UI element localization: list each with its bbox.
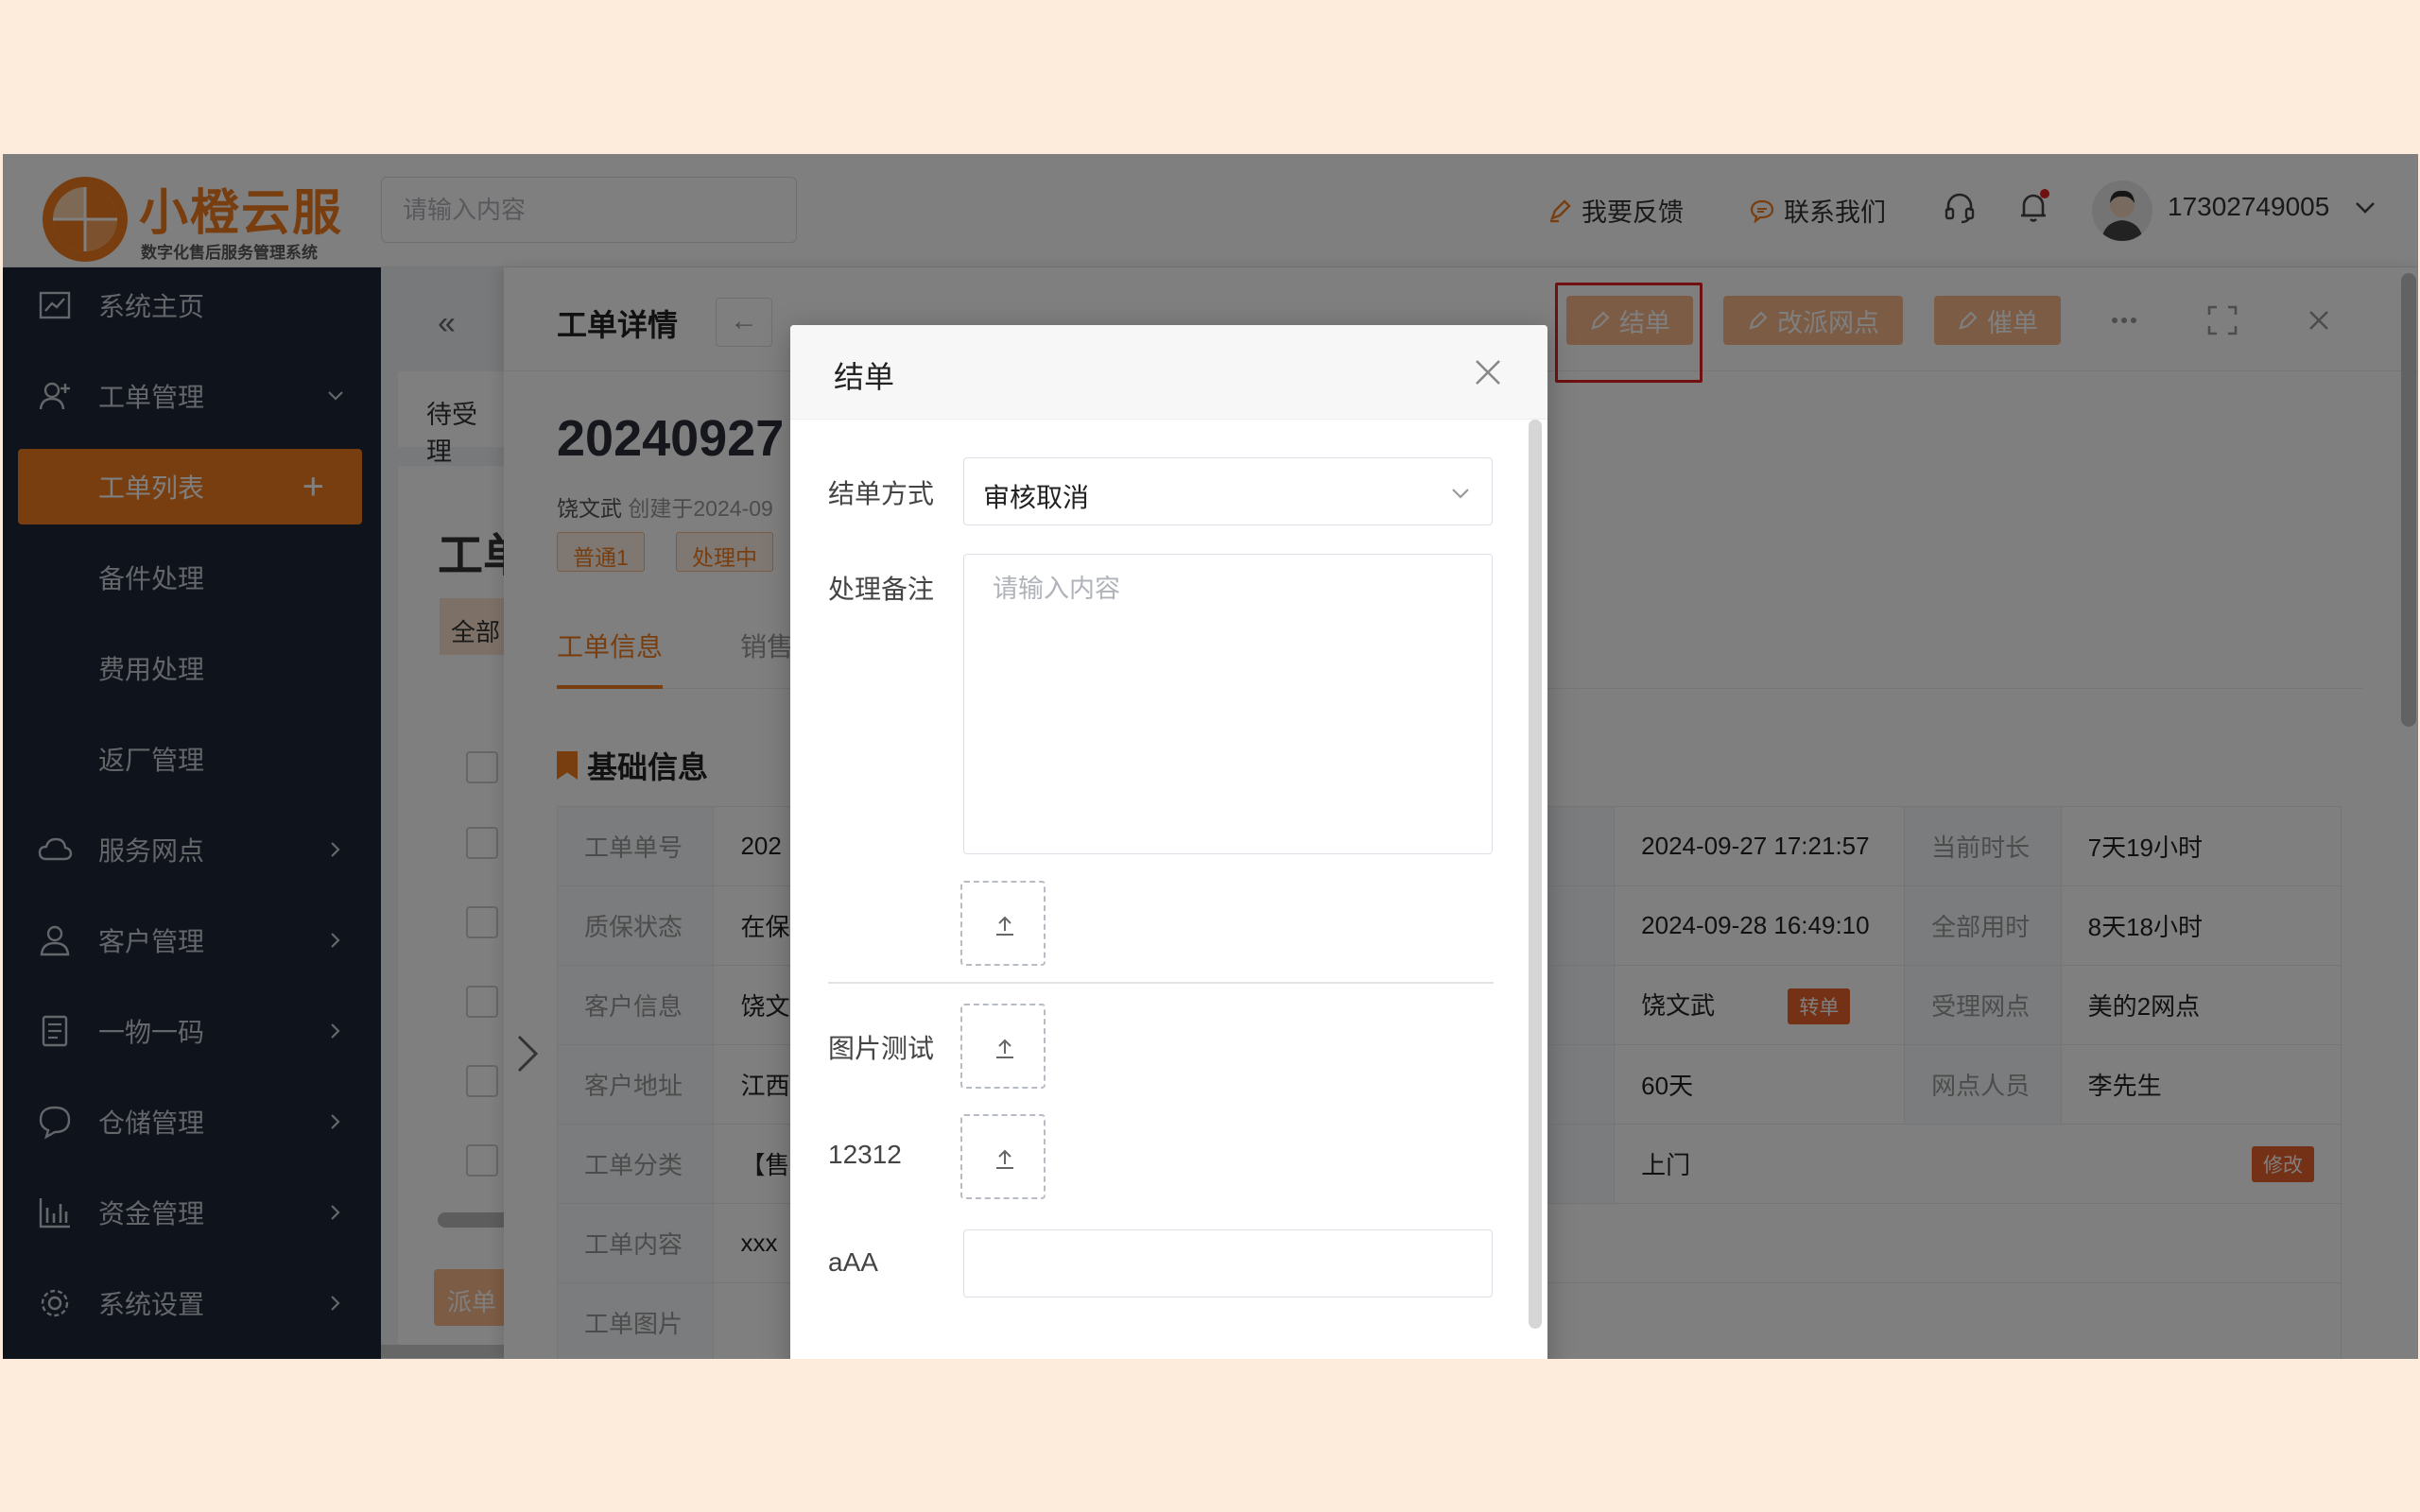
aaa-label: aAA (828, 1247, 878, 1277)
image-test-upload[interactable] (960, 1004, 1046, 1089)
upload-icon (996, 1039, 1013, 1058)
remark-label: 处理备注 (828, 575, 935, 604)
close-method-select[interactable]: 审核取消 (963, 457, 1493, 525)
upload-icon (996, 1149, 1013, 1169)
image-test-label: 图片测试 (828, 1034, 935, 1063)
close-icon[interactable] (1469, 353, 1507, 391)
field-12312-label: 12312 (828, 1140, 902, 1169)
dialog-title: 结单 (834, 360, 895, 394)
dialog-header: 结单 (790, 325, 1547, 420)
dialog-scrollbar[interactable] (1529, 420, 1542, 1329)
aaa-input[interactable] (963, 1229, 1493, 1297)
chevron-right-icon[interactable] (513, 1033, 542, 1074)
close-order-dialog: 结单 结单方式 审核取消 处理备注 图片测试 12312 aAA 保存 取消 (790, 325, 1547, 1359)
app-window: 小橙云服 数字化售后服务管理系统 我要反馈 联系我们 17302749005 (3, 154, 2418, 1359)
form-divider (828, 982, 1494, 984)
remark-upload[interactable] (960, 881, 1046, 966)
remark-textarea[interactable] (963, 554, 1493, 854)
field-12312-upload[interactable] (960, 1114, 1046, 1199)
close-method-value: 审核取消 (983, 483, 1090, 512)
close-method-label: 结单方式 (828, 479, 935, 508)
chevron-down-icon (1452, 489, 1469, 499)
upload-icon (996, 916, 1013, 936)
